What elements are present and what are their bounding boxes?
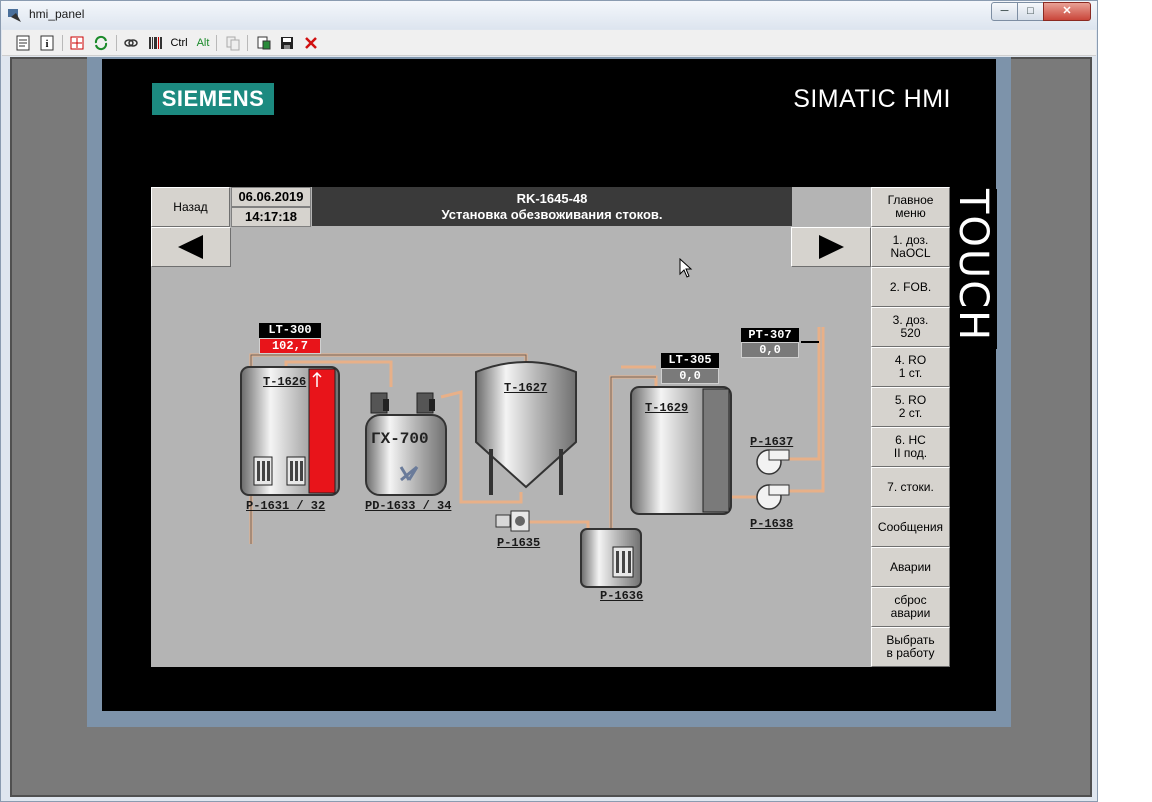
window-title: hmi_panel — [29, 7, 85, 21]
fullscreen-icon[interactable] — [68, 34, 86, 52]
menu-ro-stage1[interactable]: 4. RO 1 ст. — [871, 347, 950, 387]
process-diagram — [240, 327, 825, 588]
pd1633-label[interactable]: PD-1633 / 34 — [365, 499, 451, 513]
gx700-label: ГХ-700 — [371, 430, 429, 448]
cancel-icon[interactable] — [302, 34, 320, 52]
menu-messages[interactable]: Сообщения — [871, 507, 950, 547]
tank-gx700 — [365, 414, 447, 496]
p1636-label[interactable]: P-1636 — [600, 589, 643, 603]
alt-button[interactable]: Alt — [193, 34, 213, 52]
menu-pump-station[interactable]: 6. НС II под. — [871, 427, 950, 467]
paste-icon[interactable] — [255, 34, 273, 52]
hmi-window: hmi_panel ─ □ ✕ i Ctrl Alt SIEMENS SIMAT… — [0, 0, 1098, 802]
copy-icon[interactable] — [224, 34, 242, 52]
menu-drains[interactable]: 7. стоки. — [871, 467, 950, 507]
menu-ro-stage2[interactable]: 5. RO 2 ст. — [871, 387, 950, 427]
title-bar[interactable]: hmi_panel ─ □ ✕ — [1, 1, 1097, 29]
properties-icon[interactable] — [14, 34, 32, 52]
hmi-screen: Назад 06.06.2019 14:17:18 RK-1645-48 Уст… — [151, 187, 871, 667]
save-icon[interactable] — [278, 34, 296, 52]
menu-main[interactable]: Главное меню — [871, 187, 950, 227]
side-menu: Главное меню 1. доз. NaOCL 2. FOB. 3. доз.… — [871, 187, 950, 667]
t1629-label[interactable]: T-1629 — [645, 401, 688, 415]
p1638-label[interactable]: P-1638 — [750, 517, 793, 531]
touch-label: TOUCH — [949, 189, 997, 349]
maximize-button[interactable]: □ — [1017, 2, 1044, 21]
p1635-label[interactable]: P-1635 — [497, 536, 540, 550]
simatic-hmi-label: SIMATIC HMI — [793, 85, 951, 113]
pt307-value: 0,0 — [741, 342, 799, 358]
ctrl-button[interactable]: Ctrl — [168, 34, 190, 52]
barcode-icon[interactable] — [146, 34, 164, 52]
pump-p1631-icon — [253, 456, 273, 486]
lt305-value: 0,0 — [661, 368, 719, 384]
pump-p1637-icon — [756, 449, 790, 475]
p1631-label[interactable]: P-1631 / 32 — [246, 499, 325, 513]
lt300-tag: LT-300 — [259, 323, 321, 339]
menu-reset-alarm[interactable]: сброс аварии — [871, 587, 950, 627]
level-bar-lt300 — [308, 368, 336, 494]
t1627-label[interactable]: T-1627 — [504, 381, 547, 395]
minimize-button[interactable]: ─ — [991, 2, 1018, 21]
menu-dosing-520[interactable]: 3. доз. 520 — [871, 307, 950, 347]
svg-text:i: i — [46, 39, 49, 50]
siemens-logo: SIEMENS — [152, 83, 274, 115]
pump-p1635-icon — [495, 510, 530, 532]
mouse-cursor-icon — [679, 258, 693, 278]
lt305-tag: LT-305 — [661, 353, 719, 369]
level-bar-lt305 — [702, 388, 730, 513]
close-button[interactable]: ✕ — [1043, 2, 1091, 21]
t1626-label[interactable]: T-1626 — [263, 375, 306, 389]
pump-p1638-icon — [756, 484, 790, 510]
p1637-label[interactable]: P-1637 — [750, 435, 793, 449]
menu-alarms[interactable]: Аварии — [871, 547, 950, 587]
valve-pd1633-icon — [370, 392, 389, 414]
menu-dosing-naocl[interactable]: 1. доз. NaOCL — [871, 227, 950, 267]
app-icon — [8, 9, 21, 22]
menu-fob[interactable]: 2. FOB. — [871, 267, 950, 307]
toolbar: i Ctrl Alt — [2, 30, 1096, 56]
pump-p1636-icon — [612, 546, 634, 578]
menu-select-work[interactable]: Выбрать в работу — [871, 627, 950, 667]
valve-pd1634-icon — [416, 392, 435, 414]
info-icon[interactable]: i — [38, 34, 56, 52]
refresh-icon[interactable] — [92, 34, 110, 52]
pump-p1632-icon — [286, 456, 306, 486]
link-icon[interactable] — [122, 34, 140, 52]
lt300-value: 102,7 — [259, 338, 321, 354]
